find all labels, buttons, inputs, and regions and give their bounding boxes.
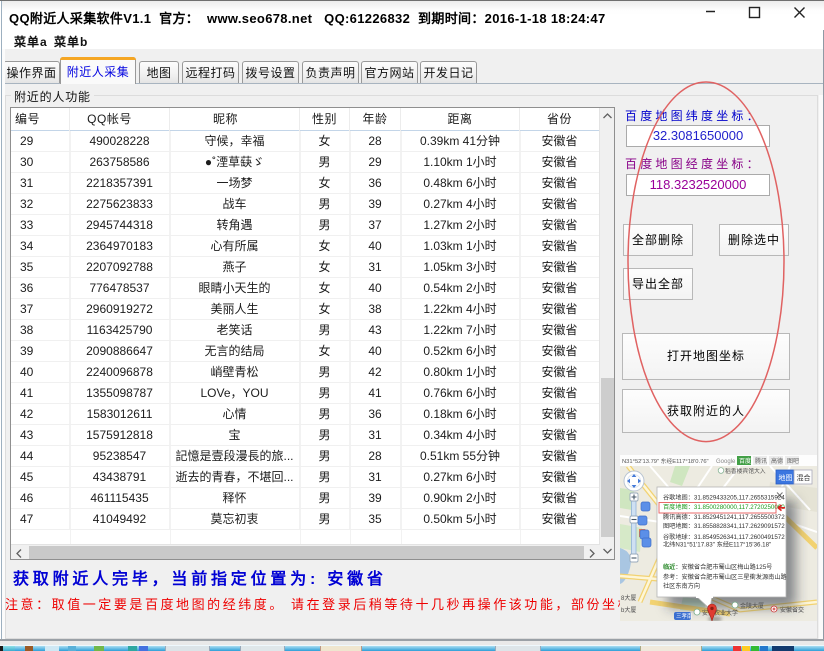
svg-text:混合: 混合 bbox=[797, 473, 811, 482]
svg-text:百度地图：31.8500280000,117.2720250: 百度地图：31.8500280000,117.2720250000 bbox=[663, 503, 785, 511]
svg-text:高德: 高德 bbox=[771, 457, 783, 465]
svg-text:社区东南方向: 社区东南方向 bbox=[663, 582, 700, 590]
svg-text:参考：安徽省合肥市蜀山区三星衝发源南山路: 参考：安徽省合肥市蜀山区三星衝发源南山路 bbox=[663, 573, 788, 581]
svg-text:N31°52'13.79" 东经E117°18'0.76": N31°52'13.79" 东经E117°18'0.76" bbox=[622, 457, 709, 465]
svg-text:金陵大厦: 金陵大厦 bbox=[740, 602, 764, 610]
svg-text:图吧地图：31.8558828341,117.2629091: 图吧地图：31.8558828341,117.2629091572 bbox=[663, 522, 785, 530]
svg-text:腾讯: 腾讯 bbox=[755, 457, 767, 465]
svg-text:Google: Google bbox=[716, 459, 736, 465]
svg-text:谷歌地球：31.8549526341,117.2600491: 谷歌地球：31.8549526341,117.2600491572 bbox=[663, 533, 785, 541]
svg-text:腾讯高德：31.8529451241,117.2655500: 腾讯高德：31.8529451241,117.2655500372 bbox=[663, 513, 785, 521]
svg-text:安徽农业大学: 安徽农业大学 bbox=[702, 609, 738, 617]
svg-text:b大厦: b大厦 bbox=[621, 606, 636, 614]
svg-text:百度: 百度 bbox=[739, 457, 751, 465]
svg-text:三孝南: 三孝南 bbox=[676, 612, 693, 620]
svg-text:稻香楼宾馆大入: 稻香楼宾馆大入 bbox=[725, 467, 766, 475]
svg-text:谷歌地图：31.8529433205,117.2655315: 谷歌地图：31.8529433205,117.2655315924 bbox=[663, 494, 785, 502]
svg-text:地图: 地图 bbox=[779, 473, 793, 482]
svg-text:8大厦: 8大厦 bbox=[621, 594, 636, 602]
svg-text:安徽省交: 安徽省交 bbox=[780, 606, 804, 614]
svg-text:北纬N31°51'17.83" 东经E117°15'36.1: 北纬N31°51'17.83" 东经E117°15'36.18" bbox=[663, 540, 771, 548]
svg-text:临近：安徽省合肥市蜀山区梅山路125号: 临近：安徽省合肥市蜀山区梅山路125号 bbox=[663, 563, 772, 571]
svg-text:图吧: 图吧 bbox=[787, 458, 799, 465]
